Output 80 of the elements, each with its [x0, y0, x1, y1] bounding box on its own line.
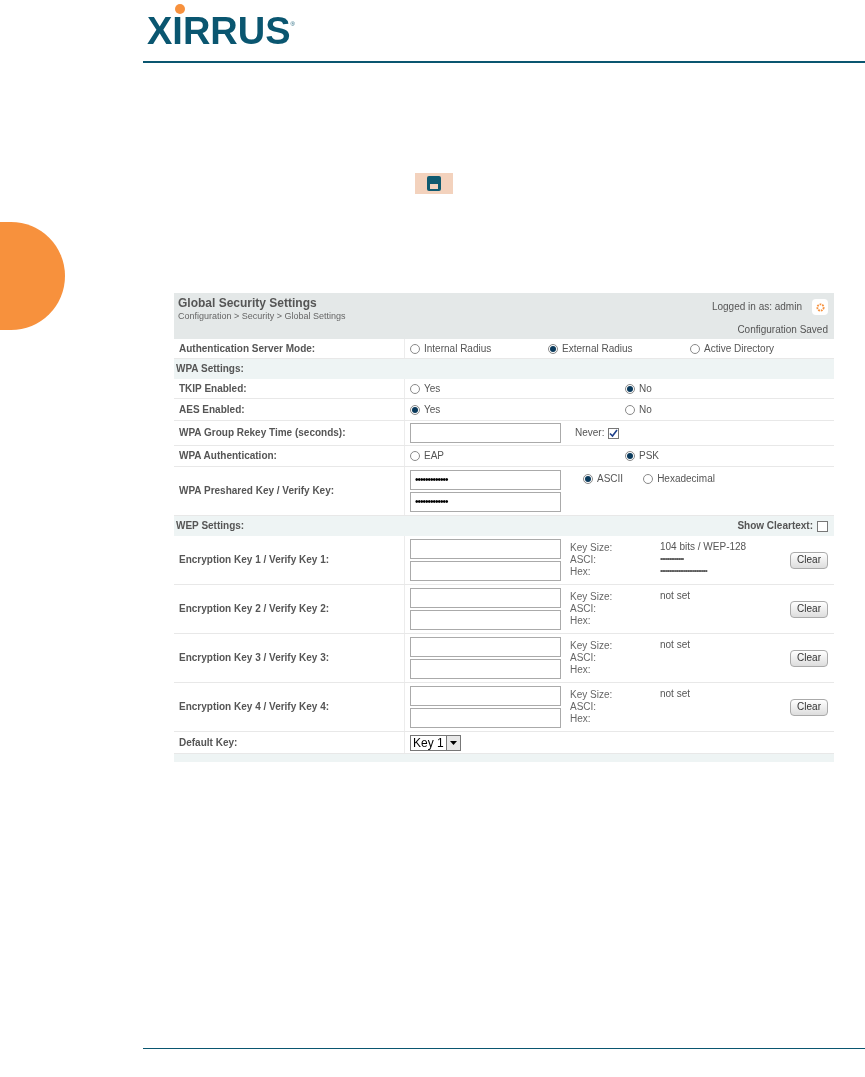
hex-label: Hex:	[570, 664, 592, 676]
radio-button[interactable]	[410, 451, 420, 461]
hex-label: Hex:	[570, 566, 592, 578]
clear-button[interactable]: Clear	[790, 600, 828, 618]
breadcrumb: Configuration > Security > Global Settings	[178, 310, 347, 322]
hex-label: Hex:	[570, 615, 592, 627]
ascii-value: •••••••••••••	[660, 553, 685, 565]
input-field[interactable]	[410, 588, 561, 608]
clear-button[interactable]: Clear	[790, 649, 828, 667]
input-field[interactable]	[410, 539, 561, 559]
radio-label: No	[639, 382, 652, 395]
field-label: Encryption Key 4 / Verify Key 4:	[179, 701, 330, 713]
radio-label: No	[639, 403, 652, 416]
key-size-label: Key Size:	[570, 591, 614, 603]
key-size-label: Key Size:	[570, 689, 614, 701]
input-field[interactable]: •••••••••••••	[410, 492, 561, 512]
radio-button[interactable]	[690, 343, 700, 354]
section-header: WPA Settings:	[174, 359, 834, 379]
field-label: AES Enabled:	[179, 403, 245, 416]
settings-icon[interactable]	[812, 299, 828, 315]
radio-label: Hexadecimal	[657, 473, 715, 485]
hex-label: Hex:	[570, 713, 592, 725]
ascii-label: ASCI:	[570, 701, 598, 713]
radio-button[interactable]	[625, 404, 635, 415]
radio-button[interactable]	[625, 451, 635, 461]
field-label: WPA Preshared Key / Verify Key:	[179, 485, 335, 497]
panel-title: Global Security Settings	[178, 296, 317, 310]
input-field[interactable]	[410, 637, 561, 657]
field-label: TKIP Enabled:	[179, 382, 247, 395]
clear-button[interactable]: Clear	[790, 698, 828, 716]
save-icon	[415, 173, 453, 194]
field-label: Encryption Key 2 / Verify Key 2:	[179, 603, 330, 615]
checkbox[interactable]	[608, 427, 620, 439]
key-size-value: not set	[660, 639, 692, 651]
ascii-label: ASCI:	[570, 603, 598, 615]
key-size-value: not set	[660, 590, 692, 602]
hex-value: ••••••••••••••••••••••••••	[660, 565, 709, 577]
clear-button[interactable]: Clear	[790, 551, 828, 569]
input-field[interactable]	[410, 659, 561, 679]
key-size-value: not set	[660, 688, 692, 700]
radio-button[interactable]	[548, 343, 558, 354]
section-title: WEP Settings:	[176, 520, 245, 532]
radio-button[interactable]	[625, 383, 635, 394]
key-size-value: 104 bits / WEP-128	[660, 541, 748, 553]
ascii-label: ASCI:	[570, 554, 598, 566]
input-field[interactable]	[410, 686, 561, 706]
never-label: Never:	[575, 427, 605, 439]
key-size-label: Key Size:	[570, 542, 614, 554]
radio-label: Active Directory	[704, 342, 774, 355]
radio-label: Yes	[424, 382, 441, 395]
input-field[interactable]	[410, 708, 561, 728]
radio-label: PSK	[639, 450, 659, 462]
input-field[interactable]	[410, 423, 561, 443]
field-label: Encryption Key 3 / Verify Key 3:	[179, 652, 330, 664]
status-text: Configuration Saved	[737, 324, 828, 336]
radio-button[interactable]	[410, 383, 420, 394]
input-field[interactable]	[410, 561, 561, 581]
input-field[interactable]: •••••••••••••	[410, 470, 561, 490]
checkbox[interactable]	[817, 520, 828, 532]
ascii-label: ASCI:	[570, 652, 598, 664]
field-label: Default Key:	[179, 736, 238, 749]
radio-button[interactable]	[643, 474, 654, 484]
field-label: Encryption Key 1 / Verify Key 1:	[179, 554, 330, 566]
radio-label: ASCII	[597, 473, 624, 485]
radio-button[interactable]	[583, 474, 593, 484]
key-size-label: Key Size:	[570, 640, 614, 652]
input-field[interactable]	[410, 610, 561, 630]
radio-button[interactable]	[410, 404, 420, 415]
radio-label: Yes	[424, 403, 441, 416]
radio-button[interactable]	[410, 343, 420, 354]
field-label: WPA Authentication:	[179, 450, 277, 462]
field-label: Authentication Server Mode:	[179, 342, 316, 355]
logo: XIRRUS	[147, 13, 291, 49]
field-label: WPA Group Rekey Time (seconds):	[179, 427, 346, 439]
radio-label: EAP	[424, 450, 444, 462]
show-cleartext-label: Show Cleartext:	[737, 520, 813, 532]
logged-in-text: Logged in as: admin	[711, 301, 802, 313]
radio-label: External Radius	[562, 342, 633, 355]
default-key-select[interactable]: Key 1	[410, 734, 461, 751]
radio-label: Internal Radius	[424, 342, 492, 355]
